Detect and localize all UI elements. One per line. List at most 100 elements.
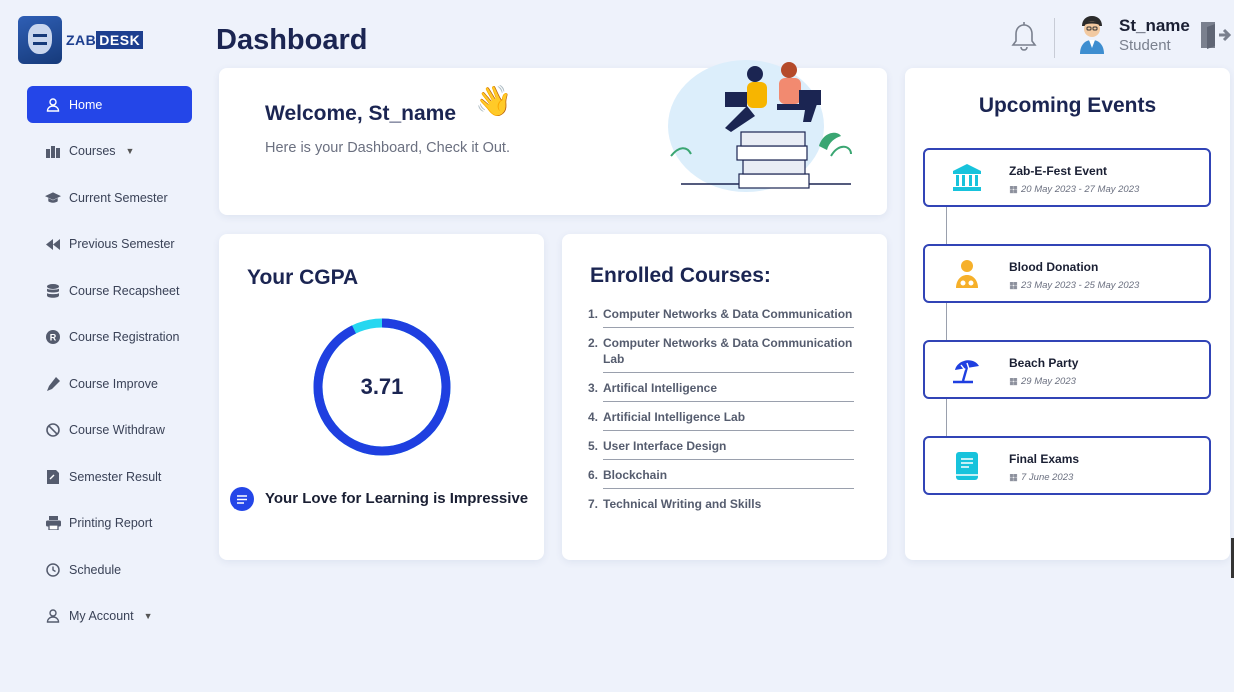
upcoming-events-card: Upcoming Events Zab-E-Fest Event ▦ 20 May… bbox=[905, 68, 1230, 560]
list-item[interactable]: 1. Computer Networks & Data Communication bbox=[588, 306, 854, 335]
course-name: Blockchain bbox=[603, 467, 854, 489]
upcoming-events-title: Upcoming Events bbox=[978, 94, 1157, 117]
event-card-zab-e-fest[interactable]: Zab-E-Fest Event ▦ 20 May 2023 - 27 May 2… bbox=[923, 148, 1211, 207]
chat-bubble-icon bbox=[230, 487, 254, 511]
welcome-card: Welcome, St_name 👋 Here is your Dashboar… bbox=[219, 60, 887, 215]
course-name: Artifical Intelligence bbox=[603, 380, 854, 402]
event-date: 20 May 2023 - 27 May 2023 bbox=[1020, 184, 1140, 195]
event-name: Final Exams bbox=[1009, 452, 1080, 466]
sidebar-item-label: Course Recapsheet bbox=[69, 283, 180, 298]
enrolled-courses-card: Enrolled Courses: 1. Computer Networks & … bbox=[562, 234, 887, 560]
event-card-blood-donation[interactable]: Blood Donation ▦ 23 May 2023 - 25 May 202… bbox=[923, 244, 1211, 303]
sidebar-nav: Home Courses ▼ Current Semester Previous… bbox=[27, 86, 192, 644]
logo-portrait-icon bbox=[18, 16, 62, 64]
sidebar-item-courses[interactable]: Courses ▼ bbox=[27, 133, 192, 170]
event-card-final-exams[interactable]: Final Exams ▦ 7 June 2023 bbox=[923, 436, 1211, 495]
user-role: Student bbox=[1119, 37, 1171, 54]
enrolled-courses-title: Enrolled Courses: bbox=[590, 264, 771, 287]
sidebar-item-label: Printing Report bbox=[69, 516, 153, 530]
backward-icon bbox=[45, 236, 61, 252]
donor-icon bbox=[956, 260, 978, 288]
course-number: 2. bbox=[588, 336, 599, 350]
logo-suffix: DESK bbox=[96, 31, 144, 49]
registered-icon: R bbox=[45, 329, 61, 345]
cgpa-value: 3.71 bbox=[360, 374, 404, 399]
sidebar-item-my-account[interactable]: My Account ▼ bbox=[27, 598, 192, 635]
list-item[interactable]: 6. Blockchain bbox=[588, 467, 854, 496]
sidebar-item-home[interactable]: Home bbox=[27, 86, 192, 123]
event-card-beach-party[interactable]: Beach Party ▦ 29 May 2023 bbox=[923, 340, 1211, 399]
course-number: 7. bbox=[588, 497, 599, 511]
course-name: Computer Networks & Data Communication bbox=[603, 306, 854, 328]
course-name: Technical Writing and Skills bbox=[603, 497, 762, 511]
enrolled-courses-list: 1. Computer Networks & Data Communication… bbox=[588, 306, 854, 524]
event-name: Beach Party bbox=[1009, 356, 1079, 370]
user-icon bbox=[45, 608, 61, 624]
printer-icon bbox=[45, 515, 61, 531]
user-icon bbox=[45, 97, 61, 113]
sidebar-item-label: Course Improve bbox=[69, 376, 158, 391]
book-icon bbox=[956, 452, 978, 480]
sidebar-item-course-recapsheet[interactable]: Course Recapsheet bbox=[27, 272, 192, 309]
page-title: Dashboard bbox=[216, 24, 368, 56]
list-item[interactable]: 3. Artifical Intelligence bbox=[588, 380, 854, 409]
calendar-icon: ▦ bbox=[1009, 472, 1018, 483]
event-date: 23 May 2023 - 25 May 2023 bbox=[1020, 280, 1140, 291]
list-item[interactable]: 5. User Interface Design bbox=[588, 438, 854, 467]
result-sheet-icon bbox=[45, 469, 61, 485]
course-number: 4. bbox=[588, 410, 599, 424]
course-number: 6. bbox=[588, 468, 599, 482]
sidebar-item-course-withdraw[interactable]: Course Withdraw bbox=[27, 412, 192, 449]
database-icon bbox=[45, 283, 61, 299]
logout-icon[interactable] bbox=[1199, 20, 1232, 50]
sidebar-item-previous-semester[interactable]: Previous Semester bbox=[27, 226, 192, 263]
list-item[interactable]: 4. Artificial Intelligence Lab bbox=[588, 409, 854, 438]
course-number: 3. bbox=[588, 381, 599, 395]
event-name: Blood Donation bbox=[1009, 260, 1099, 274]
svg-text:R: R bbox=[50, 333, 57, 343]
clock-icon bbox=[45, 562, 61, 578]
calendar-icon: ▦ bbox=[1009, 376, 1018, 387]
sidebar-item-label: Semester Result bbox=[69, 469, 162, 484]
user-name: St_name bbox=[1119, 16, 1190, 35]
bell-icon[interactable] bbox=[1010, 22, 1038, 52]
sidebar-item-course-registration[interactable]: R Course Registration bbox=[27, 319, 192, 356]
welcome-subtitle: Here is your Dashboard, Check it Out. bbox=[265, 140, 510, 156]
course-name: User Interface Design bbox=[603, 438, 854, 460]
sidebar-item-course-improve[interactable]: Course Improve bbox=[27, 365, 192, 402]
list-item[interactable]: 2. Computer Networks & Data Communication… bbox=[588, 335, 854, 380]
sidebar-item-label: Course Withdraw bbox=[69, 423, 165, 437]
books-icon bbox=[45, 143, 61, 159]
header-divider bbox=[1054, 18, 1055, 58]
logo-prefix: ZAB bbox=[66, 32, 97, 48]
cgpa-card: Your CGPA 3.71 Your Love for Learning is… bbox=[219, 234, 544, 560]
sidebar-item-label: Course Registration bbox=[69, 330, 180, 344]
cgpa-message: Your Love for Learning is Impressive bbox=[265, 490, 529, 507]
pen-icon bbox=[45, 376, 61, 392]
sidebar-item-schedule[interactable]: Schedule bbox=[27, 551, 192, 588]
sidebar-item-label: Home bbox=[69, 97, 103, 112]
event-date: 29 May 2023 bbox=[1020, 376, 1076, 387]
institution-icon bbox=[953, 164, 981, 191]
sidebar-item-current-semester[interactable]: Current Semester bbox=[27, 179, 192, 216]
course-name: Computer Networks & Data Communication L… bbox=[603, 335, 854, 373]
graduation-cap-icon bbox=[45, 190, 61, 206]
welcome-title: Welcome, St_name bbox=[265, 102, 457, 125]
beach-umbrella-icon bbox=[953, 360, 979, 384]
sidebar-item-label: Courses bbox=[69, 144, 116, 158]
event-date: 7 June 2023 bbox=[1020, 472, 1074, 483]
event-name: Zab-E-Fest Event bbox=[1009, 164, 1108, 178]
ban-icon bbox=[45, 422, 61, 438]
students-studying-illustration bbox=[668, 60, 852, 192]
zabdesk-logo[interactable]: ZAB DESK bbox=[18, 16, 144, 64]
sidebar-item-label: Schedule bbox=[69, 562, 122, 577]
sidebar-item-label: Previous Semester bbox=[69, 237, 175, 251]
avatar[interactable] bbox=[1076, 14, 1108, 54]
sidebar-item-semester-result[interactable]: Semester Result bbox=[27, 458, 192, 495]
course-number: 1. bbox=[588, 307, 599, 321]
sidebar-item-label: Current Semester bbox=[69, 190, 168, 205]
sidebar-item-printing-report[interactable]: Printing Report bbox=[27, 505, 192, 542]
course-name: Artificial Intelligence Lab bbox=[603, 409, 854, 431]
calendar-icon: ▦ bbox=[1009, 280, 1018, 291]
list-item[interactable]: 7. Technical Writing and Skills bbox=[588, 496, 854, 524]
